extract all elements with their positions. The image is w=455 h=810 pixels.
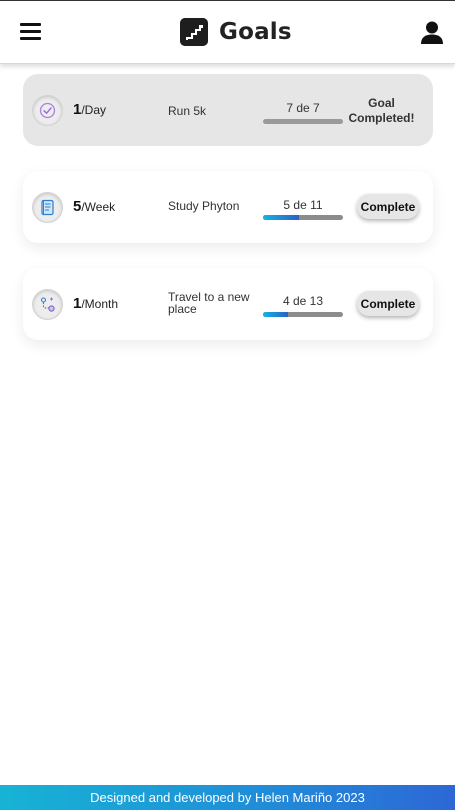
goal-name: Run 5k [168,104,207,118]
footer: Designed and developed by Helen Mariño 2… [0,785,455,810]
goal-progress-fill [263,215,300,220]
app-header: Goals [0,0,455,64]
complete-button[interactable]: Complete [357,194,419,219]
goal-card: 1/Month Travel to a new place 4 de 13 Co… [23,268,433,340]
book-icon [32,192,63,223]
goal-progress-text: 7 de 7 [286,101,320,115]
stairs-logo-icon [180,18,208,46]
complete-button[interactable]: Complete [357,291,419,316]
goal-progress-fill [263,312,288,317]
goal-frequency: 1/Day [73,101,107,118]
goal-progress-text: 4 de 13 [282,294,324,308]
user-icon[interactable] [421,21,443,44]
checkmark-circle-icon [32,95,63,126]
goal-card: 1/Day Run 5k 7 de 7 Goal Completed! [23,74,433,146]
goal-frequency: 5/Week [73,198,116,215]
goal-progress-bar [263,312,343,317]
goal-progress-text: 5 de 11 [283,198,323,212]
goal-card: 5/Week Study Phyton 5 de 11 Complete [23,171,433,243]
goal-progress-bar [263,119,343,124]
hamburger-menu-icon[interactable] [20,23,41,40]
goal-name: Study Phyton [168,199,240,213]
brand: Goals [180,18,292,46]
travel-route-icon [32,289,63,320]
page-title: Goals [219,19,292,45]
footer-credit: Designed and developed by Helen Mariño 2… [90,790,365,805]
goal-name: Travel to a new place [168,290,250,316]
goal-frequency: 1/Month [73,295,119,312]
goal-progress-bar [263,215,343,220]
goal-completed-label: Goal Completed! [348,96,415,125]
